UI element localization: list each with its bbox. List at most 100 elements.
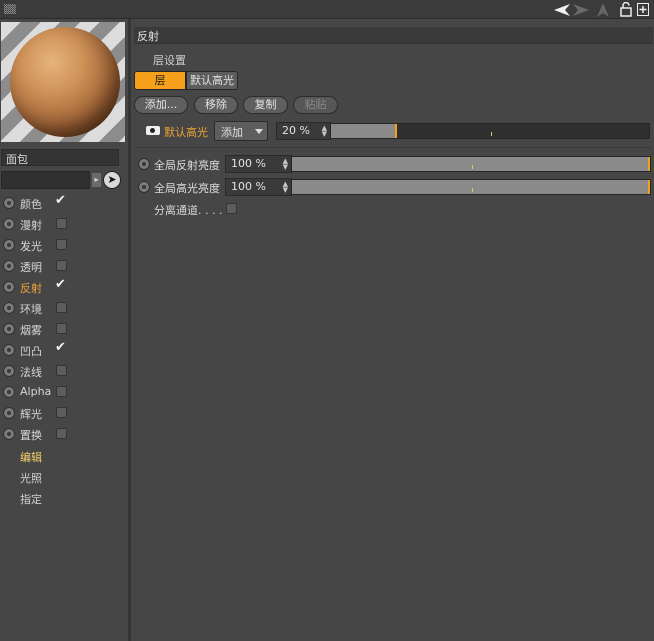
channel-item[interactable]: 法线 [0,361,128,381]
add-layer-button[interactable]: 添加... [134,96,188,114]
global-specular-label: 全局高光亮度 [154,182,220,195]
channel-label[interactable]: 环境 [20,301,42,317]
channel-checkbox[interactable] [56,302,67,313]
copy-layer-button[interactable]: 复制 [243,96,288,114]
channel-item[interactable]: 透明 [0,256,128,276]
channel-item[interactable]: 颜色 ✔ [0,193,128,213]
slider-fill [292,157,650,171]
channel-item[interactable]: Alpha [0,382,128,402]
blend-mode-dropdown[interactable]: 添加 [214,121,268,141]
channel-checkbox[interactable] [56,428,67,439]
channel-checkbox[interactable] [56,218,67,229]
animate-radio-icon[interactable] [138,158,150,170]
up-arrow-icon[interactable] [596,1,610,18]
layer-opacity-slider[interactable] [330,123,650,139]
animate-radio-icon[interactable] [3,365,15,377]
back-arrow-icon[interactable] [553,1,571,18]
animate-radio-icon[interactable] [3,260,15,272]
channel-label[interactable]: 置换 [20,427,42,443]
tab-layer[interactable]: 层 [134,71,186,90]
channel-item[interactable]: 发光 [0,235,128,255]
search-row: ▸ ➤ [1,171,127,189]
material-channel-panel: 面包 ▸ ➤ 颜色 ✔ 漫射发光透明反射 ✔ 环境烟雾凹凸 ✔ 法线 Alpha 辉光置换 编辑… [0,19,128,641]
grip-icon[interactable] [4,4,16,14]
picker-icon[interactable]: ➤ [103,171,121,189]
slider-midpoint-mark [472,165,473,169]
search-arrow-icon[interactable]: ▸ [92,173,101,187]
global-reflection-input[interactable]: 100 % ▲ ▼ [225,155,292,173]
material-preview[interactable] [1,22,125,142]
separate-pass-checkbox[interactable] [226,203,237,214]
channel-item[interactable]: 烟雾 [0,319,128,339]
visibility-eye-icon[interactable] [146,126,160,135]
remove-layer-button[interactable]: 移除 [194,96,238,114]
panel-link[interactable]: 光照 [20,470,42,486]
layer-opacity-value: 20 % [282,124,310,137]
paste-layer-button[interactable]: 粘贴 [293,96,338,114]
animate-radio-icon[interactable] [3,281,15,293]
slider-handle[interactable] [394,124,397,138]
slider-handle[interactable] [648,157,650,171]
panel-link[interactable]: 指定 [20,491,42,507]
channel-label[interactable]: Alpha [20,385,51,398]
animate-radio-icon[interactable] [138,181,150,193]
global-reflection-slider[interactable] [291,156,651,172]
channel-checkbox[interactable] [56,239,67,250]
channel-checkbox[interactable] [56,323,67,334]
channel-item[interactable]: 环境 [0,298,128,318]
channel-item[interactable]: 凹凸 ✔ [0,340,128,360]
channel-checkbox[interactable] [56,407,67,418]
animate-radio-icon[interactable] [3,344,15,356]
channel-label[interactable]: 辉光 [20,406,42,422]
channel-label[interactable]: 反射 [20,280,42,296]
layer-opacity-input[interactable]: 20 % ▲ ▼ [276,122,331,140]
lock-icon[interactable] [619,1,633,18]
new-panel-icon[interactable] [636,1,650,18]
slider-midpoint-mark [491,132,492,136]
animate-radio-icon[interactable] [3,323,15,335]
check-icon[interactable]: ✔ [55,193,66,208]
animate-radio-icon[interactable] [3,239,15,251]
panel-link[interactable]: 编辑 [20,449,42,465]
global-specular-slider[interactable] [291,179,651,195]
preview-sphere [10,27,120,137]
channel-checkbox[interactable] [56,260,67,271]
slider-midpoint-mark [472,188,473,192]
layer-name[interactable]: 默认高光 [164,124,208,140]
global-specular-row: 全局高光亮度 100 % ▲ ▼ [136,178,653,196]
global-specular-input[interactable]: 100 % ▲ ▼ [225,178,292,196]
channel-label[interactable]: 凹凸 [20,343,42,359]
channel-item[interactable]: 漫射 [0,214,128,234]
separate-pass-label: 分离通道. . . . [154,204,223,217]
channel-label[interactable]: 法线 [20,364,42,380]
channel-item[interactable]: 反射 ✔ [0,277,128,297]
spinner-icon[interactable]: ▲ ▼ [283,158,288,171]
global-specular-value: 100 % [231,180,266,193]
animate-radio-icon[interactable] [3,428,15,440]
channel-item[interactable]: 置换 [0,424,128,444]
animate-radio-icon[interactable] [3,218,15,230]
channel-checkbox[interactable] [56,365,67,376]
spinner-icon[interactable]: ▲ ▼ [322,125,327,138]
channel-label[interactable]: 透明 [20,259,42,275]
animate-radio-icon[interactable] [3,197,15,209]
channel-label[interactable]: 漫射 [20,217,42,233]
channel-label[interactable]: 发光 [20,238,42,254]
channel-checkbox[interactable] [56,386,67,397]
channel-label[interactable]: 烟雾 [20,322,42,338]
search-input[interactable] [1,171,90,189]
top-bar [0,0,654,19]
animate-radio-icon[interactable] [3,302,15,314]
reflection-settings-panel: 反射 层设置 层 默认高光 添加... 移除 复制 粘贴 默认高光 添加 20 … [131,19,654,641]
animate-radio-icon[interactable] [3,407,15,419]
spinner-icon[interactable]: ▲ ▼ [283,181,288,194]
channel-label[interactable]: 颜色 [20,196,42,212]
forward-arrow-icon[interactable] [572,1,590,18]
material-name-field[interactable]: 面包 [1,149,119,166]
check-icon[interactable]: ✔ [55,340,66,355]
channel-item[interactable]: 辉光 [0,403,128,423]
animate-radio-icon[interactable] [3,386,15,398]
check-icon[interactable]: ✔ [55,277,66,292]
tab-default-specular[interactable]: 默认高光 [186,71,238,90]
slider-handle[interactable] [648,180,650,194]
